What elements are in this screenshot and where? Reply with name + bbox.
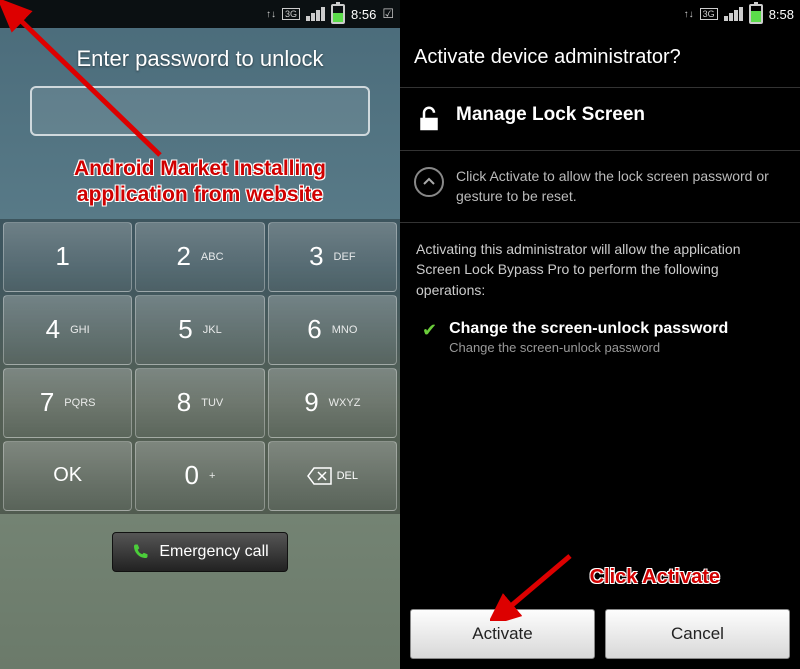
data-arrows-icon: ↑↓ (266, 9, 276, 20)
key-5[interactable]: 5JKL (135, 295, 264, 365)
permission-row: ✔ Change the screen-unlock password Chan… (400, 310, 800, 365)
hint-text: Click Activate to allow the lock screen … (456, 167, 786, 206)
red-arrow-icon (490, 551, 580, 621)
annotation-text: Click Activate (590, 566, 720, 589)
section-title: Manage Lock Screen (456, 104, 645, 126)
key-9[interactable]: 9WXYZ (268, 368, 397, 438)
key-6[interactable]: 6MNO (268, 295, 397, 365)
key-7[interactable]: 7PQRS (3, 368, 132, 438)
red-arrow-icon (0, 0, 170, 165)
phone-icon (131, 543, 149, 561)
divider (400, 87, 800, 88)
app-section-header: Manage Lock Screen (400, 94, 800, 144)
description-text: Activating this administrator will allow… (400, 229, 800, 310)
key-0[interactable]: 0+ (135, 441, 264, 511)
lock-open-icon (414, 104, 444, 134)
network-badge: 3G (700, 8, 718, 20)
emergency-label: Emergency call (159, 543, 268, 561)
key-4[interactable]: 4GHI (3, 295, 132, 365)
key-del[interactable]: DEL (268, 441, 397, 511)
backspace-icon (307, 467, 333, 485)
signal-icon (724, 7, 743, 21)
clock: 8:56 (351, 7, 376, 22)
hint-row: Click Activate to allow the lock screen … (400, 157, 800, 216)
cancel-button[interactable]: Cancel (605, 609, 790, 659)
divider (400, 222, 800, 223)
key-8[interactable]: 8TUV (135, 368, 264, 438)
clock: 8:58 (769, 7, 794, 22)
emergency-call-button[interactable]: Emergency call (112, 532, 287, 572)
key-1[interactable]: 1 (3, 222, 132, 292)
data-arrows-icon: ↑↓ (684, 9, 694, 20)
signal-icon (306, 7, 325, 21)
checkbox-icon: ☑ (382, 6, 394, 22)
button-row: Activate Cancel (400, 599, 800, 669)
key-3[interactable]: 3DEF (268, 222, 397, 292)
permission-title: Change the screen-unlock password (449, 320, 728, 338)
key-ok[interactable]: OK (3, 441, 132, 511)
admin-phone: ↑↓ 3G 8:58 Activate device administrator… (400, 0, 800, 669)
annotation-line: application from website (0, 182, 400, 208)
key-2[interactable]: 2ABC (135, 222, 264, 292)
collapse-button[interactable] (414, 167, 444, 197)
status-bar: ↑↓ 3G 8:58 (400, 0, 800, 28)
divider (400, 150, 800, 151)
battery-icon (331, 4, 345, 24)
network-badge: 3G (282, 8, 300, 20)
battery-charging-icon (749, 4, 763, 24)
keypad: 1 2ABC 3DEF 4GHI 5JKL 6MNO 7PQRS 8TUV 9W… (0, 219, 400, 514)
chevron-up-icon (423, 176, 435, 188)
permission-subtitle: Change the screen-unlock password (449, 340, 728, 355)
lockscreen-phone: ↑↓ 3G 8:56 ☑ Enter password to unlock An… (0, 0, 400, 669)
check-icon: ✔ (422, 320, 437, 341)
page-title: Activate device administrator? (400, 28, 800, 81)
